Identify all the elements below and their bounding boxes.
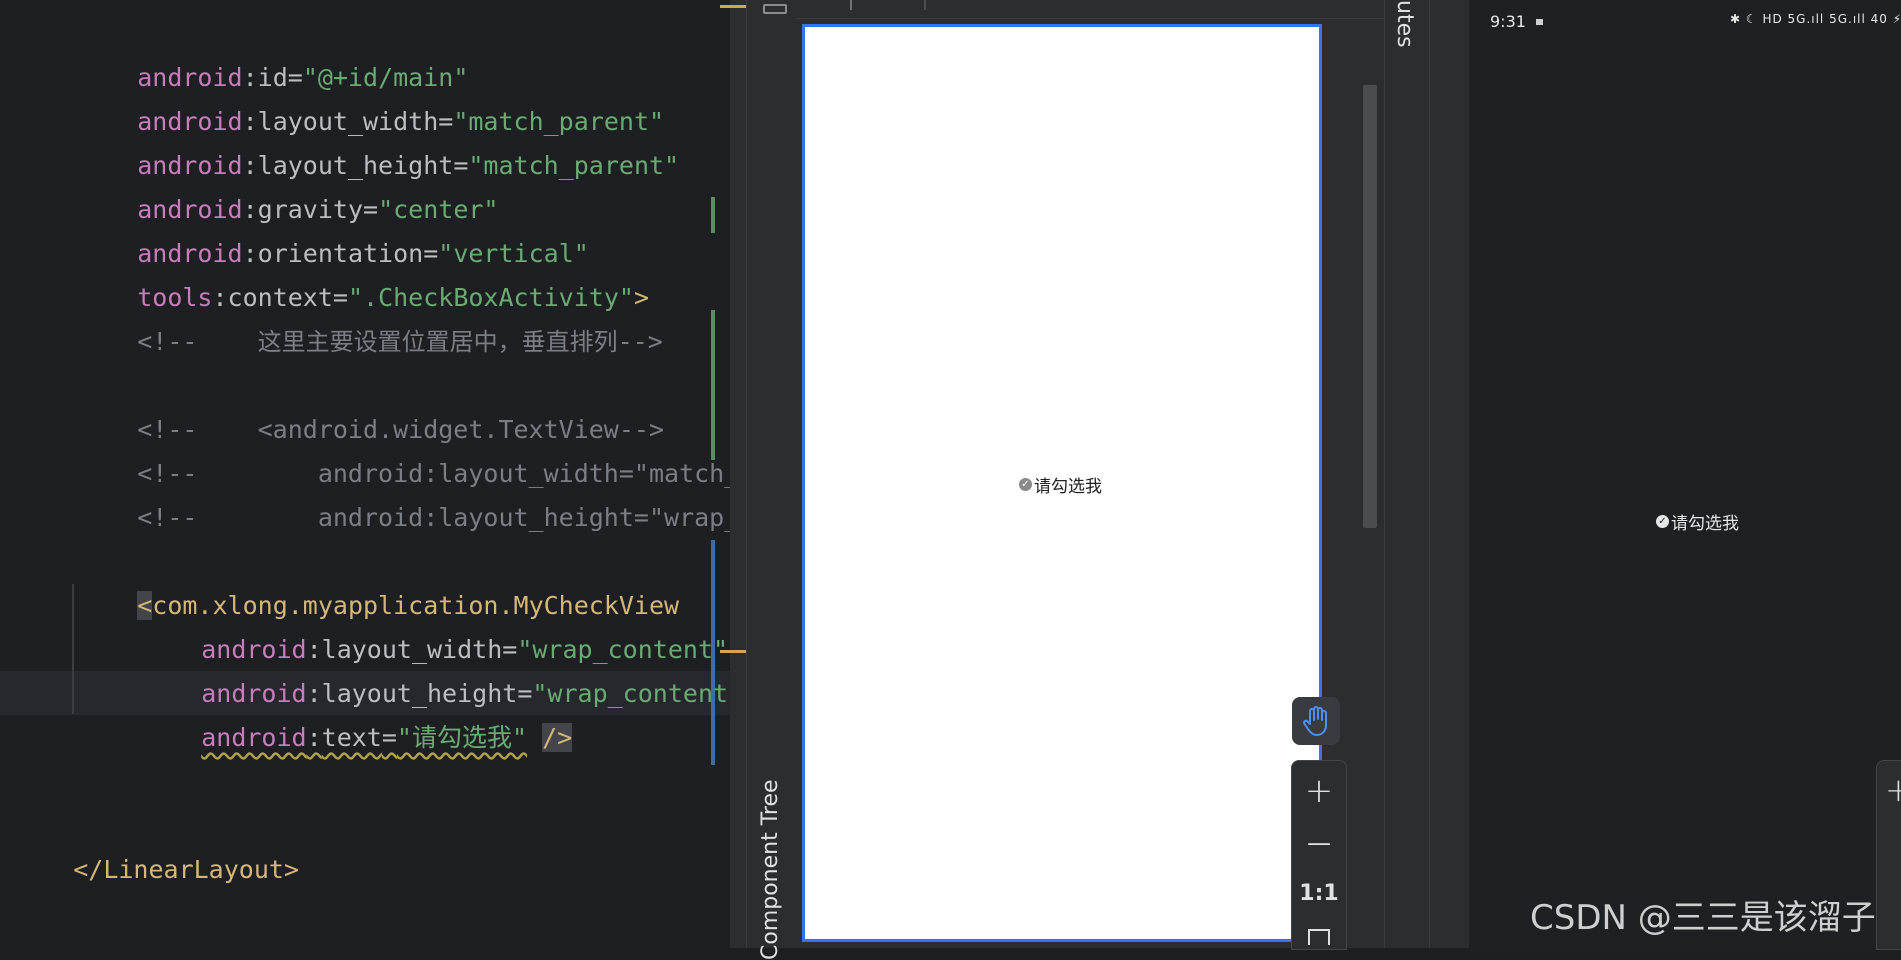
code-editor[interactable]: android:id="@+id/main" android:layout_wi…: [0, 0, 730, 948]
zoom-out-button[interactable]: —: [1292, 823, 1346, 863]
panel-icon[interactable]: [763, 4, 787, 14]
device-checkbox-label: 请勾选我: [1671, 514, 1739, 534]
running-device-screen[interactable]: [1469, 0, 1901, 948]
preview-checkbox-label: 请勾选我: [1034, 477, 1102, 497]
notification-icon: [1536, 19, 1543, 25]
pan-tool-button[interactable]: [1292, 697, 1340, 745]
code-line[interactable]: </LinearLayout>: [13, 804, 299, 884]
attributes-tab[interactable]: utes: [1392, 0, 1417, 48]
code-line-current[interactable]: android:text="请勾选我" />: [141, 672, 573, 752]
design-scrollbar-thumb[interactable]: [1363, 85, 1377, 528]
component-tree-tab[interactable]: Component Tree: [758, 779, 783, 960]
zoom-fit-button[interactable]: [1292, 925, 1346, 949]
code-comment-line[interactable]: <!-- android:layout_width="match_pa: [77, 408, 730, 488]
device-checkbox[interactable]: ✓ 请勾选我: [1656, 509, 1739, 534]
change-marker: [711, 197, 715, 233]
code-comment-line[interactable]: <!-- <android.widget.TextView-->: [77, 364, 664, 444]
warning-marker: [720, 5, 746, 8]
preview-checkbox[interactable]: ✓ 请勾选我: [1019, 472, 1102, 497]
zoom-controls: + — 1:1: [1291, 760, 1347, 950]
code-comment-line[interactable]: <!-- android:layout_height="wrap_co: [77, 452, 730, 532]
device-zoom-in-button[interactable]: +: [1885, 771, 1901, 809]
design-toolbar: [796, 0, 1384, 19]
code-comment-line[interactable]: <!-- 这里主要设置位置居中，垂直排列-->: [77, 276, 663, 356]
check-circle-icon: ✓: [1019, 478, 1032, 491]
toolbar-divider: [924, 0, 926, 10]
zoom-actual-size-button[interactable]: 1:1: [1292, 873, 1346, 913]
editor-scrollbar[interactable]: [720, 0, 746, 948]
code-line[interactable]: android:orientation="vertical": [77, 188, 589, 268]
code-line[interactable]: android:id="@+id/main": [77, 12, 468, 92]
device-zoom-controls: +: [1876, 760, 1901, 950]
code-line[interactable]: android:layout_height="match_parent": [77, 100, 679, 180]
fit-screen-icon: [1308, 929, 1330, 945]
attributes-strip[interactable]: [1384, 0, 1430, 948]
code-line[interactable]: <com.xlong.myapplication.MyCheckView: [77, 540, 679, 620]
running-devices-gutter: [1429, 0, 1470, 948]
warning-marker: [720, 650, 746, 653]
code-line[interactable]: android:layout_width="wrap_content": [141, 584, 728, 664]
hand-icon: [1303, 706, 1327, 736]
check-circle-icon: ✓: [1656, 515, 1669, 528]
status-bar-icons: ✱ ☾ HD 5G.ıll 5G.ıll 40 ⚡: [1730, 12, 1901, 26]
code-line[interactable]: android:layout_width="match_parent": [77, 56, 664, 136]
code-line[interactable]: android:gravity="center": [77, 144, 498, 224]
zoom-in-button[interactable]: +: [1292, 771, 1346, 811]
code-line[interactable]: tools:context=".CheckBoxActivity">: [77, 232, 649, 312]
toolbar-divider: [850, 0, 852, 10]
status-bar-time: 9:31: [1490, 12, 1526, 31]
indent-guide: [72, 584, 74, 714]
watermark: CSDN @三三是该溜子: [1530, 898, 1876, 938]
code-line[interactable]: android:layout_height="wrap_content": [141, 628, 730, 708]
